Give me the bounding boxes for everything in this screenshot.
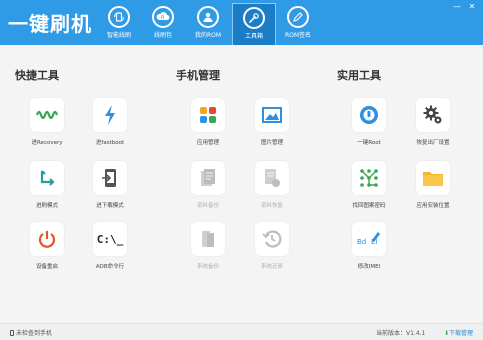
section-title-quick: 快捷工具 [15,69,59,82]
cmd-icon: C:\_ [93,222,127,256]
tool-label: 资料备份 [196,203,219,209]
tool-flash-mode[interactable]: 进刷模式 [17,161,77,223]
title-bar: 一键刷机 智能线刷 R 线刷包 我的ROM 工具箱 ROM签名 — ✕ [0,0,483,45]
minimize-button[interactable]: — [451,2,463,12]
tool-app-manage[interactable]: 应用管理 [178,98,238,160]
tool-label: 设备重启 [35,264,58,270]
tool-app-install-location[interactable]: 应用安装位置 [403,161,463,223]
tool-data-restore[interactable]: 资料恢复 [242,161,302,223]
section-title-phone: 手机管理 [176,69,220,82]
wave-icon [30,98,64,132]
tool-label: 恢复出厂设置 [416,140,450,146]
tool-label: 进Recovery [31,140,63,146]
nav-my-rom[interactable]: 我的ROM [186,3,230,45]
wrench-icon [243,7,265,29]
lightning-icon [93,98,127,132]
cloud-r-icon: R [152,6,174,28]
tool-image-manage[interactable]: 图片管理 [242,98,302,160]
tool-one-click-root[interactable]: 一键Root [339,98,399,160]
tool-factory-reset[interactable]: 恢复出厂设置 [403,98,463,160]
svg-text:R: R [161,15,165,21]
gear-icon [416,98,450,132]
tool-label: 进fastboot [95,140,125,146]
tool-download-mode[interactable]: 进下载模式 [80,161,140,223]
pattern-icon [352,161,386,195]
doc-copy-icon [191,222,225,256]
tool-pattern-recover[interactable]: 找回图案密码 [339,161,399,223]
phone-arrow-icon [93,161,127,195]
section-title-util: 实用工具 [337,69,381,82]
arrow-icon [30,161,64,195]
apps-grid-icon [191,98,225,132]
imei-pen-icon: Bd El [352,222,386,256]
tool-fastboot[interactable]: 进fastboot [80,98,140,160]
tool-label: 系统还原 [260,264,283,270]
toolbox-panel: 快捷工具 手机管理 实用工具 进Recovery 进fastboot 进刷模式 … [0,45,483,323]
user-rom-icon [197,6,219,28]
tool-data-backup[interactable]: 资料备份 [178,161,238,223]
clock-restore-icon [255,222,289,256]
nav-label: ROM签名 [284,32,312,39]
device-status-text: 未检查到手机 [16,330,53,337]
tool-modify-imei[interactable]: Bd El 修改IMEI [339,222,399,284]
pen-rom-icon [287,6,309,28]
tool-system-restore[interactable]: 系统还原 [242,222,302,284]
tool-recovery[interactable]: 进Recovery [17,98,77,160]
tool-label: 进刷模式 [35,203,58,209]
image-icon [255,98,289,132]
tool-reboot[interactable]: 设备重启 [17,222,77,284]
tool-label: 图片管理 [260,140,283,146]
nav-flash-package[interactable]: R 线刷包 [141,3,185,45]
app-title: 一键刷机 [8,12,92,36]
close-button[interactable]: ✕ [466,2,478,12]
refresh-phone-icon [108,6,130,28]
version-label: 当前版本：V1.4.1 [376,330,426,337]
nav-label: 线刷包 [153,32,172,39]
folder-icon [416,161,450,195]
svg-text:Bd: Bd [357,238,366,246]
device-status: 未检查到手机 [10,328,52,337]
nav-smart-flash[interactable]: 智能线刷 [97,3,141,45]
docs-restore-icon [255,161,289,195]
tool-label: ADB命令行 [95,264,125,270]
tool-label: 资料恢复 [260,203,283,209]
nav-label: 智能线刷 [106,32,131,39]
tool-label: 一键Root [357,140,381,146]
tool-label: 应用安装位置 [416,203,450,209]
root-icon [352,98,386,132]
nav-toolbox[interactable]: 工具箱 [232,3,276,45]
nav-label: 我的ROM [194,32,222,39]
tool-label: 进下载模式 [96,203,124,209]
tool-label: 找回图案密码 [352,203,386,209]
tool-adb[interactable]: C:\_ ADB命令行 [80,222,140,284]
tool-label: 修改IMEI [357,264,381,270]
power-icon [30,222,64,256]
nav-label: 工具箱 [244,33,263,40]
tool-label: 应用管理 [196,140,219,146]
phone-icon [10,330,14,336]
download-manager-label: 下载管理 [449,330,474,337]
status-bar: 未检查到手机 当前版本：V1.4.1 ⬇下载管理 [0,323,483,340]
nav-rom-sign[interactable]: ROM签名 [276,3,320,45]
download-manager-link[interactable]: ⬇下载管理 [444,328,473,337]
docs-icon [191,161,225,195]
tool-system-backup[interactable]: 系统备份 [178,222,238,284]
tool-label: 系统备份 [196,264,219,270]
